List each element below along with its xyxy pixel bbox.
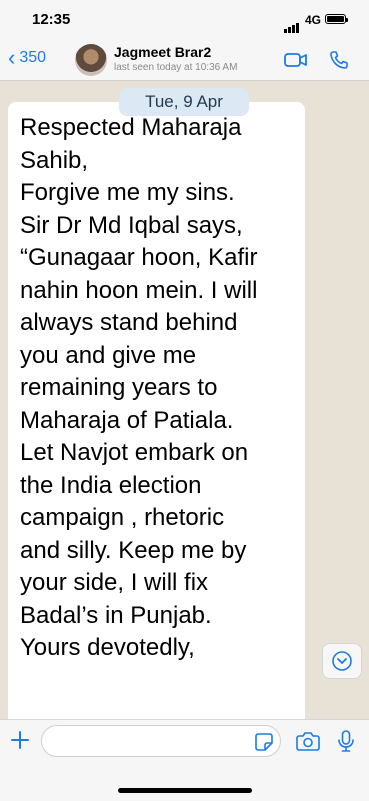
status-time: 12:35 — [32, 11, 71, 28]
video-camera-icon[interactable] — [284, 52, 308, 68]
contact-name[interactable]: Jagmeet Brar2 — [114, 44, 211, 60]
signal-icon — [284, 15, 300, 33]
home-indicator[interactable] — [118, 788, 252, 793]
chat-area[interactable]: Respected Maharaja Sahib, Forgive me my … — [0, 81, 369, 719]
microphone-icon[interactable] — [337, 729, 355, 753]
back-count: 350 — [19, 49, 47, 66]
sticker-icon[interactable] — [254, 732, 274, 752]
phone-icon[interactable] — [329, 50, 349, 70]
input-bar — [0, 719, 369, 801]
scroll-down-button[interactable] — [322, 643, 362, 679]
message-bubble[interactable]: Respected Maharaja Sahib, Forgive me my … — [8, 102, 305, 719]
avatar[interactable] — [75, 44, 107, 76]
last-seen-status: last seen today at 10:36 AM — [114, 62, 238, 73]
network-type: 4G — [305, 13, 322, 27]
message-input[interactable] — [41, 725, 281, 757]
chat-header: ‹ 350 Jagmeet Brar2 last seen today at 1… — [0, 40, 369, 81]
camera-icon[interactable] — [296, 731, 320, 751]
message-text: Respected Maharaja Sahib, Forgive me my … — [20, 114, 258, 661]
chevron-left-icon: ‹ — [8, 45, 16, 70]
chevron-down-icon — [332, 651, 352, 671]
status-bar: 12:35 4G — [0, 0, 369, 40]
plus-icon[interactable] — [9, 729, 31, 751]
battery-icon — [325, 14, 348, 24]
back-button[interactable]: ‹ 350 — [8, 45, 47, 70]
date-label: Tue, 9 Apr — [119, 88, 249, 116]
